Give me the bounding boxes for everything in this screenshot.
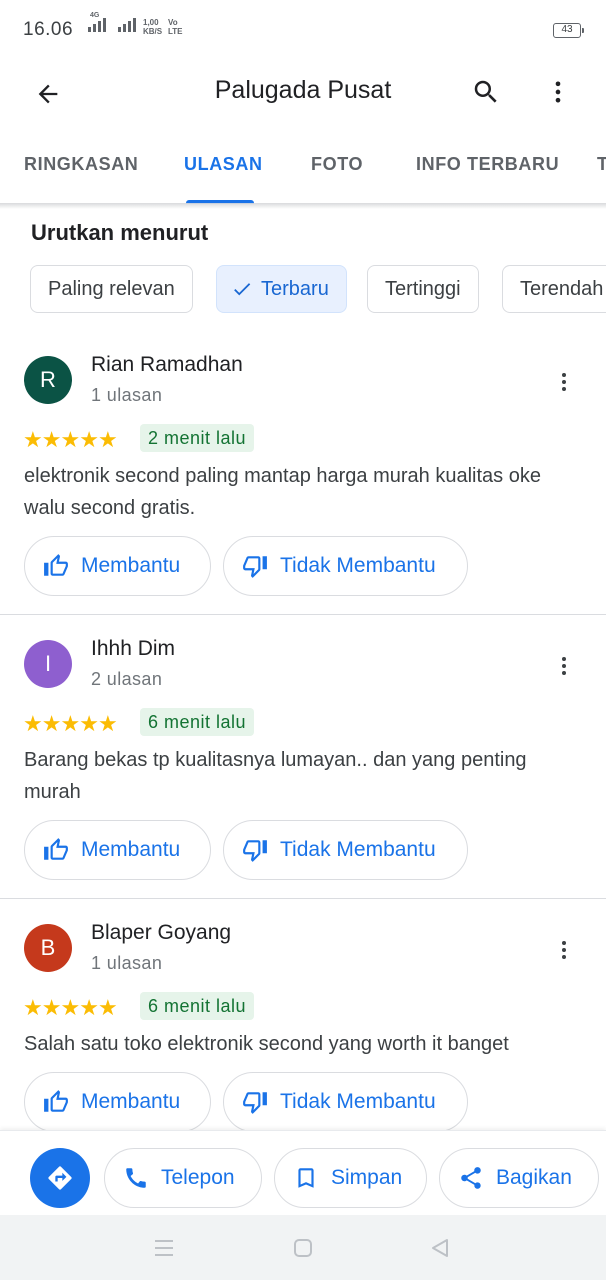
thumb-up-icon	[44, 1090, 68, 1112]
star-icon: ★	[41, 711, 62, 736]
more-options-button[interactable]	[538, 72, 578, 112]
reviewer-name[interactable]: Ihhh Dim	[91, 637, 175, 661]
review-text: elektronik second paling mantap harga mu…	[24, 465, 541, 519]
share-icon	[461, 1167, 481, 1189]
chip-terendah[interactable]: Terendah	[502, 265, 606, 313]
thumb-up-icon	[44, 838, 68, 860]
directions-icon	[48, 1166, 72, 1190]
chip-paling-relevan[interactable]: Paling relevan	[30, 265, 193, 313]
star-icon: ★	[79, 427, 99, 452]
review-time-badge: 6 menit lalu	[140, 708, 255, 736]
recent-apps-button[interactable]	[151, 1235, 177, 1261]
star-rating: ★ ★ ★ ★ ★	[23, 711, 118, 737]
avatar[interactable]: B	[24, 924, 72, 972]
more-vert-icon	[562, 657, 566, 675]
sort-chips: Paling relevan Terbaru Tertinggi Terenda…	[0, 265, 606, 315]
status-bar: 16.06 4G 1,00 KB/S Vo LTE 43	[0, 0, 606, 60]
review-text: Salah satu toko elektronik second yang w…	[24, 1033, 509, 1055]
star-icon: ★	[97, 995, 118, 1020]
reviewer-review-count: 1 ulasan	[91, 953, 163, 973]
star-icon: ★	[79, 711, 99, 736]
signal-icon: 4G	[88, 12, 136, 32]
home-button[interactable]	[290, 1235, 316, 1261]
star-icon: ★	[79, 995, 99, 1020]
review-divider	[0, 614, 606, 615]
review-more-button[interactable]	[548, 650, 580, 682]
back-nav-button[interactable]	[427, 1235, 453, 1261]
save-button[interactable]: Simpan	[274, 1148, 427, 1208]
app-bar: Palugada Pusat	[0, 60, 606, 124]
sort-title: Urutkan menurut	[31, 220, 209, 245]
system-nav-bar	[0, 1215, 606, 1280]
avatar[interactable]: I	[24, 640, 72, 688]
star-icon: ★	[60, 427, 80, 452]
review-item: B Blaper Goyang 1 ulasan ★ ★ ★ ★ ★ 6 menit l…	[0, 921, 606, 1132]
star-icon: ★	[97, 711, 118, 736]
thumb-down-icon	[243, 1092, 267, 1114]
tab-ulasan[interactable]: ULASAN	[184, 154, 263, 175]
review-more-button[interactable]	[548, 366, 580, 398]
helpful-button[interactable]: Membantu	[24, 536, 211, 596]
back-triangle-icon	[432, 1239, 448, 1257]
star-icon: ★	[23, 995, 43, 1020]
tab-info-terbaru[interactable]: INFO TERBARU	[416, 154, 559, 175]
thumb-down-icon	[243, 556, 267, 578]
helpful-button[interactable]: Membantu	[24, 820, 211, 880]
chip-tertinggi[interactable]: Tertinggi	[367, 265, 479, 313]
helpful-button[interactable]: Membantu	[24, 1072, 211, 1132]
bookmark-icon	[298, 1168, 314, 1188]
star-icon: ★	[23, 427, 43, 452]
review-more-button[interactable]	[548, 934, 580, 966]
check-icon	[234, 283, 251, 296]
more-vert-icon	[555, 81, 561, 103]
more-vert-icon	[562, 373, 566, 391]
unhelpful-button[interactable]: Tidak Membantu	[223, 1072, 468, 1132]
star-icon: ★	[41, 995, 62, 1020]
page-title: Palugada Pusat	[214, 76, 392, 104]
tab-ringkasan[interactable]: RINGKASAN	[24, 154, 138, 175]
avatar[interactable]: R	[24, 356, 72, 404]
review-time-badge: 2 menit lalu	[140, 424, 255, 452]
thumb-up-icon	[44, 554, 68, 576]
bottom-action-bar: Telepon Simpan Bagikan	[0, 1130, 606, 1215]
status-time: 16.06	[23, 19, 74, 40]
search-button[interactable]	[466, 72, 506, 112]
menu-icon	[155, 1240, 173, 1256]
thumb-down-icon	[243, 840, 267, 862]
tab-foto[interactable]: FOTO	[311, 154, 363, 175]
star-icon: ★	[41, 427, 62, 452]
phone-icon	[126, 1168, 146, 1188]
unhelpful-button[interactable]: Tidak Membantu	[223, 820, 468, 880]
tab-bar: RINGKASAN ULASAN FOTO INFO TERBARU T	[0, 124, 606, 204]
review-text: Barang bekas tp kualitasnya lumayan.. da…	[24, 749, 527, 803]
star-icon: ★	[60, 995, 80, 1020]
star-rating: ★ ★ ★ ★ ★	[23, 995, 118, 1021]
home-square-icon	[294, 1239, 312, 1257]
reviewer-name[interactable]: Rian Ramadhan	[91, 353, 243, 377]
more-vert-icon	[562, 941, 566, 959]
reviewer-name[interactable]: Blaper Goyang	[91, 921, 231, 945]
tab-shadow	[0, 203, 606, 209]
review-item: I Ihhh Dim 2 ulasan ★ ★ ★ ★ ★ 6 menit lalu B…	[0, 637, 606, 898]
call-button[interactable]: Telepon	[104, 1148, 262, 1208]
reviewer-review-count: 1 ulasan	[91, 385, 163, 405]
share-button[interactable]: Bagikan	[439, 1148, 599, 1208]
unhelpful-button[interactable]: Tidak Membantu	[223, 536, 468, 596]
directions-button[interactable]	[30, 1148, 90, 1208]
review-divider	[0, 898, 606, 899]
network-speed: 1,00 KB/S	[143, 18, 163, 36]
star-icon: ★	[23, 711, 43, 736]
reviewer-review-count: 2 ulasan	[91, 669, 163, 689]
tab-more[interactable]: T	[597, 154, 606, 175]
review-item: R Rian Ramadhan 1 ulasan ★ ★ ★ ★ ★ 2 menit l…	[0, 353, 606, 614]
star-icon: ★	[60, 711, 80, 736]
star-icon: ★	[97, 427, 118, 452]
star-rating: ★ ★ ★ ★ ★	[23, 427, 118, 453]
search-icon	[474, 80, 497, 103]
volte-indicator: Vo LTE	[168, 18, 183, 36]
review-time-badge: 6 menit lalu	[140, 992, 255, 1020]
battery-icon: 43	[553, 23, 584, 38]
chip-terbaru[interactable]: Terbaru	[216, 265, 347, 313]
